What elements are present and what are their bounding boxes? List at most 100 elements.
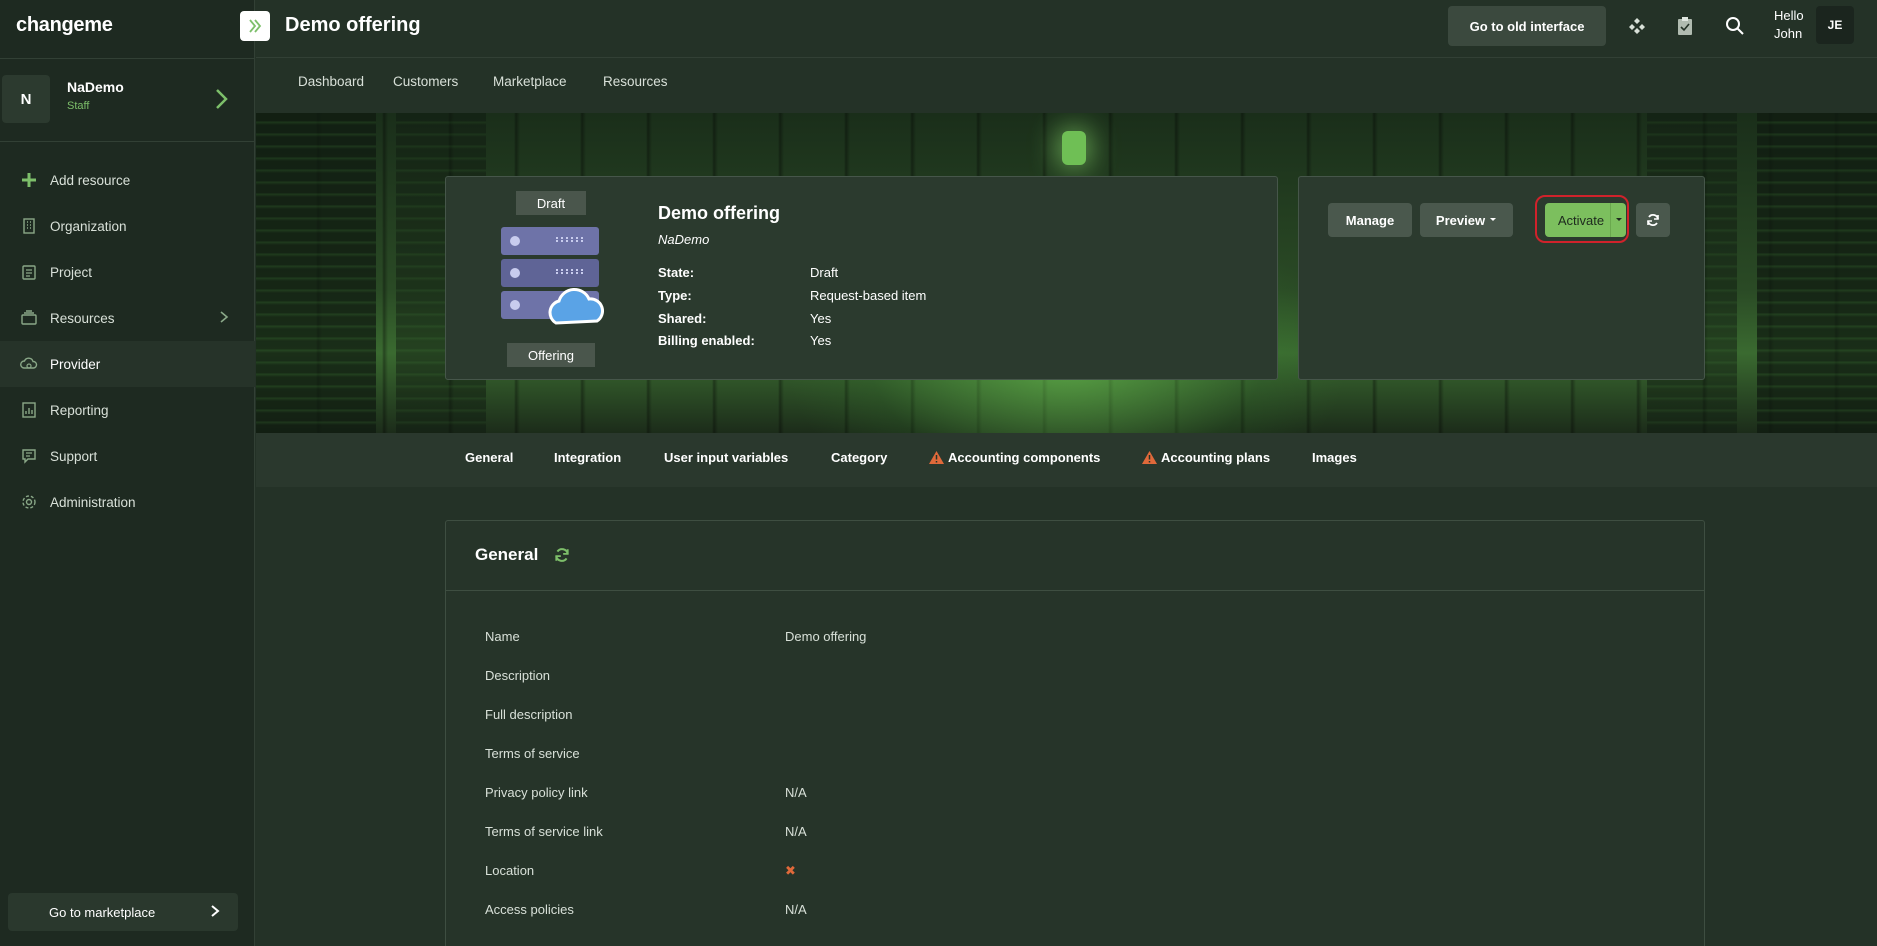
preview-label: Preview (1435, 212, 1486, 228)
chevron-right-icon (220, 311, 229, 323)
sidebar-item-label: Provider (50, 356, 101, 372)
refresh-icon (1647, 214, 1659, 226)
caret-down-icon (1615, 218, 1622, 221)
go-to-marketplace-button[interactable]: Go to marketplace (8, 893, 238, 931)
offering-actions-card: Manage Preview Activate (1298, 176, 1705, 380)
prop-type-value: Request-based item (810, 288, 927, 303)
activate-button[interactable]: Activate (1545, 203, 1617, 237)
warning-icon (929, 451, 944, 464)
sidebar: changeme N NaDemo Staff Add resource Org… (0, 0, 255, 946)
nav-dashboard[interactable]: Dashboard (298, 74, 364, 89)
tab-category[interactable]: Category (831, 450, 887, 465)
field-terms-of-service-link-value: N/A (785, 824, 807, 839)
sidebar-item-label: Administration (50, 494, 136, 510)
draft-badge: Draft (516, 191, 586, 215)
refresh-button[interactable] (1636, 203, 1670, 237)
field-description-label: Description (485, 668, 551, 683)
brand-logo[interactable]: changeme (16, 14, 113, 37)
nav-resources[interactable]: Resources (603, 74, 668, 89)
org-role: Staff (67, 100, 90, 112)
general-panel-header: General (446, 521, 1704, 591)
tab-accounting-components[interactable]: Accounting components (929, 450, 1100, 465)
sidebar-item-label: Reporting (50, 402, 109, 418)
search-icon[interactable] (1724, 15, 1746, 37)
caret-down-icon (1490, 218, 1497, 221)
tab-integration[interactable]: Integration (554, 450, 621, 465)
field-name-label: Name (485, 629, 520, 644)
building-icon (20, 217, 38, 235)
sidebar-item-add-resource[interactable]: Add resource (0, 157, 255, 203)
clipboard-check-icon[interactable] (1674, 15, 1696, 37)
org-avatar: N (2, 75, 50, 123)
clipboard-icon (20, 263, 38, 281)
sidebar-nav: Add resource Organization Project Resour… (0, 157, 255, 525)
sidebar-item-administration[interactable]: Administration (0, 479, 255, 525)
field-access-policies-value: N/A (785, 902, 807, 917)
field-privacy-policy-link-value: N/A (785, 785, 807, 800)
sidebar-item-organization[interactable]: Organization (0, 203, 255, 249)
offering-organization: NaDemo (658, 232, 710, 247)
tab-images[interactable]: Images (1312, 450, 1357, 465)
general-panel: General Name Demo offering Description F… (445, 520, 1705, 946)
chevron-right-icon[interactable] (209, 87, 233, 111)
chat-icon (20, 447, 38, 465)
tab-accounting-plans[interactable]: Accounting plans (1142, 450, 1270, 465)
prop-billing-value: Yes (810, 333, 832, 348)
user-greeting: Hello John (1774, 7, 1804, 43)
prop-billing-label: Billing enabled: (658, 333, 755, 348)
offering-title: Demo offering (658, 203, 781, 223)
stack-icon (20, 309, 38, 327)
tab-label: User input variables (664, 450, 789, 465)
tab-general[interactable]: General (465, 450, 513, 465)
sidebar-item-resources[interactable]: Resources (0, 295, 255, 341)
sidebar-item-project[interactable]: Project (0, 249, 255, 295)
hero-background-rack (256, 113, 376, 433)
general-panel-title: General (475, 545, 539, 564)
field-terms-of-service-label: Terms of service (485, 746, 580, 761)
server-cloud-icon (501, 227, 604, 325)
gear-icon (20, 493, 38, 511)
diamond-shapes-icon[interactable] (1626, 15, 1648, 37)
tab-label: Accounting components (948, 450, 1101, 465)
chevron-right-icon (211, 905, 220, 917)
sidebar-item-label: Support (50, 448, 98, 464)
field-name-value: Demo offering (785, 629, 867, 644)
tab-label: Category (831, 450, 888, 465)
chart-icon (20, 401, 38, 419)
preview-dropdown-button[interactable]: Preview (1420, 203, 1513, 237)
org-name: NaDemo (67, 79, 124, 95)
field-privacy-policy-link-label: Privacy policy link (485, 785, 588, 800)
sidebar-item-reporting[interactable]: Reporting (0, 387, 255, 433)
prop-type-label: Type: (658, 288, 692, 303)
sidebar-toggle-button[interactable] (240, 11, 270, 41)
sidebar-item-label: Add resource (50, 172, 131, 188)
go-to-old-interface-button[interactable]: Go to old interface (1448, 6, 1606, 46)
manage-button[interactable]: Manage (1328, 203, 1412, 237)
hello-label: Hello (1774, 8, 1804, 23)
plus-icon (20, 171, 38, 189)
nav-customers[interactable]: Customers (393, 74, 458, 89)
field-location-value: ✖ (785, 863, 796, 878)
nav-marketplace[interactable]: Marketplace (493, 74, 567, 89)
sidebar-item-label: Project (50, 264, 93, 280)
double-chevron-right-icon (249, 19, 262, 33)
tab-label: Images (1312, 450, 1357, 465)
sidebar-item-label: Resources (50, 310, 115, 326)
activate-dropdown-toggle[interactable] (1610, 203, 1626, 237)
hero-ceiling-light (1062, 131, 1086, 165)
sidebar-item-provider[interactable]: Provider (0, 341, 255, 387)
sidebar-item-label: Organization (50, 218, 127, 234)
user-name: John (1774, 26, 1803, 41)
user-avatar[interactable]: JE (1816, 6, 1854, 44)
refresh-icon[interactable] (554, 547, 570, 563)
sidebar-item-support[interactable]: Support (0, 433, 255, 479)
org-switcher[interactable]: N NaDemo Staff (0, 58, 255, 142)
field-location-label: Location (485, 863, 535, 878)
tab-label: General (465, 450, 514, 465)
field-terms-of-service-link-label: Terms of service link (485, 824, 603, 839)
field-full-description-label: Full description (485, 707, 573, 722)
cloud-gear-icon (20, 355, 38, 373)
offering-badge: Offering (507, 343, 595, 367)
tab-user-input-variables[interactable]: User input variables (664, 450, 788, 465)
prop-state-value: Draft (810, 265, 839, 280)
